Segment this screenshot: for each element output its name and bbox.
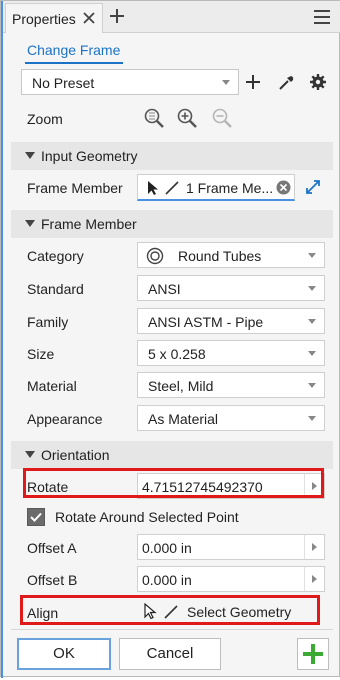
close-icon[interactable] [82, 11, 96, 25]
change-frame-link[interactable]: Change Frame [27, 42, 120, 58]
preset-dropdown[interactable]: No Preset [21, 69, 239, 95]
add-preset-icon[interactable] [245, 74, 261, 90]
check-icon [30, 512, 42, 522]
frame-member-label: Frame Member [27, 180, 123, 196]
chevron-down-icon [308, 286, 316, 291]
rotate-around-checkbox[interactable] [27, 508, 45, 526]
chevron-down-icon [308, 351, 316, 356]
zoom-label: Zoom [27, 111, 63, 127]
offset-b-label: Offset B [27, 572, 78, 588]
gear-icon[interactable] [309, 73, 327, 91]
arrow-right-icon [312, 543, 317, 551]
offset-a-value: 0.000 in [142, 540, 192, 556]
section-title: Orientation [41, 447, 110, 463]
offset-a-input[interactable]: 0.000 in [137, 534, 325, 560]
category-value: Round Tubes [178, 248, 262, 264]
section-title: Frame Member [41, 216, 137, 232]
tab-properties[interactable]: Properties [5, 3, 103, 33]
green-plus-icon [303, 644, 323, 664]
round-tube-icon [146, 247, 164, 265]
offset-a-stepper[interactable] [304, 535, 324, 559]
chevron-down-icon [308, 253, 316, 258]
title-bar: Properties [1, 1, 340, 33]
collapse-triangle-icon [25, 220, 35, 227]
material-value: Steel, Mild [148, 378, 214, 394]
add-tab-icon[interactable] [109, 8, 125, 24]
section-orientation[interactable]: Orientation [11, 441, 333, 469]
zoom-fit-icon[interactable] [143, 107, 165, 129]
preset-value: No Preset [32, 75, 95, 91]
size-value: 5 x 0.258 [148, 346, 206, 362]
material-label: Material [27, 378, 77, 394]
appearance-value: As Material [148, 411, 219, 427]
standard-label: Standard [27, 281, 84, 297]
frame-member-value: 1 Frame Me... [186, 180, 274, 196]
eyedropper-icon[interactable] [277, 74, 295, 92]
chevron-down-icon [308, 319, 316, 324]
tab-label: Properties [12, 11, 76, 27]
panel-edge [1, 1, 3, 678]
chevron-down-icon [222, 80, 230, 85]
standard-value: ANSI [148, 281, 181, 297]
offset-b-input[interactable]: 0.000 in [137, 566, 325, 592]
divider [11, 629, 333, 630]
family-value: ANSI ASTM - Pipe [148, 314, 264, 330]
highlight-align [20, 595, 320, 625]
appearance-dropdown[interactable]: As Material [137, 405, 325, 431]
ok-button[interactable]: OK [17, 638, 111, 670]
material-dropdown[interactable]: Steel, Mild [137, 372, 325, 398]
zoom-in-icon[interactable] [176, 107, 198, 129]
clear-selection-icon[interactable] [276, 180, 291, 195]
offset-b-stepper[interactable] [304, 567, 324, 591]
standard-dropdown[interactable]: ANSI [137, 275, 325, 301]
offset-b-value: 0.000 in [142, 572, 192, 588]
collapse-triangle-icon [25, 451, 35, 458]
category-label: Category [27, 248, 84, 264]
link-underline [25, 62, 123, 64]
section-title: Input Geometry [41, 148, 138, 164]
category-dropdown[interactable]: Round Tubes [137, 242, 325, 268]
hamburger-menu-icon[interactable] [313, 9, 331, 25]
chevron-down-icon [308, 416, 316, 421]
arrow-right-icon [312, 575, 317, 583]
size-dropdown[interactable]: 5 x 0.258 [137, 340, 325, 366]
frame-member-selector[interactable]: 1 Frame Me... [137, 174, 295, 201]
rotate-around-label: Rotate Around Selected Point [55, 509, 239, 525]
line-geometry-icon [165, 181, 179, 195]
offset-a-label: Offset A [27, 540, 77, 556]
cancel-button[interactable]: Cancel [119, 638, 221, 670]
size-label: Size [27, 346, 55, 362]
section-frame-member[interactable]: Frame Member [11, 210, 333, 238]
family-dropdown[interactable]: ANSI ASTM - Pipe [137, 308, 325, 334]
chevron-down-icon [308, 383, 316, 388]
apply-add-button[interactable] [297, 638, 329, 670]
highlight-rotate [23, 468, 324, 498]
family-label: Family [27, 314, 69, 330]
zoom-previous-icon [212, 108, 232, 128]
properties-panel: Properties Change Frame No Preset Zoom I… [0, 0, 340, 678]
appearance-label: Appearance [27, 411, 103, 427]
section-input-geometry[interactable]: Input Geometry [11, 142, 333, 170]
cursor-arrow-icon [148, 181, 158, 195]
flip-direction-icon[interactable] [303, 177, 323, 197]
collapse-triangle-icon [25, 152, 35, 159]
